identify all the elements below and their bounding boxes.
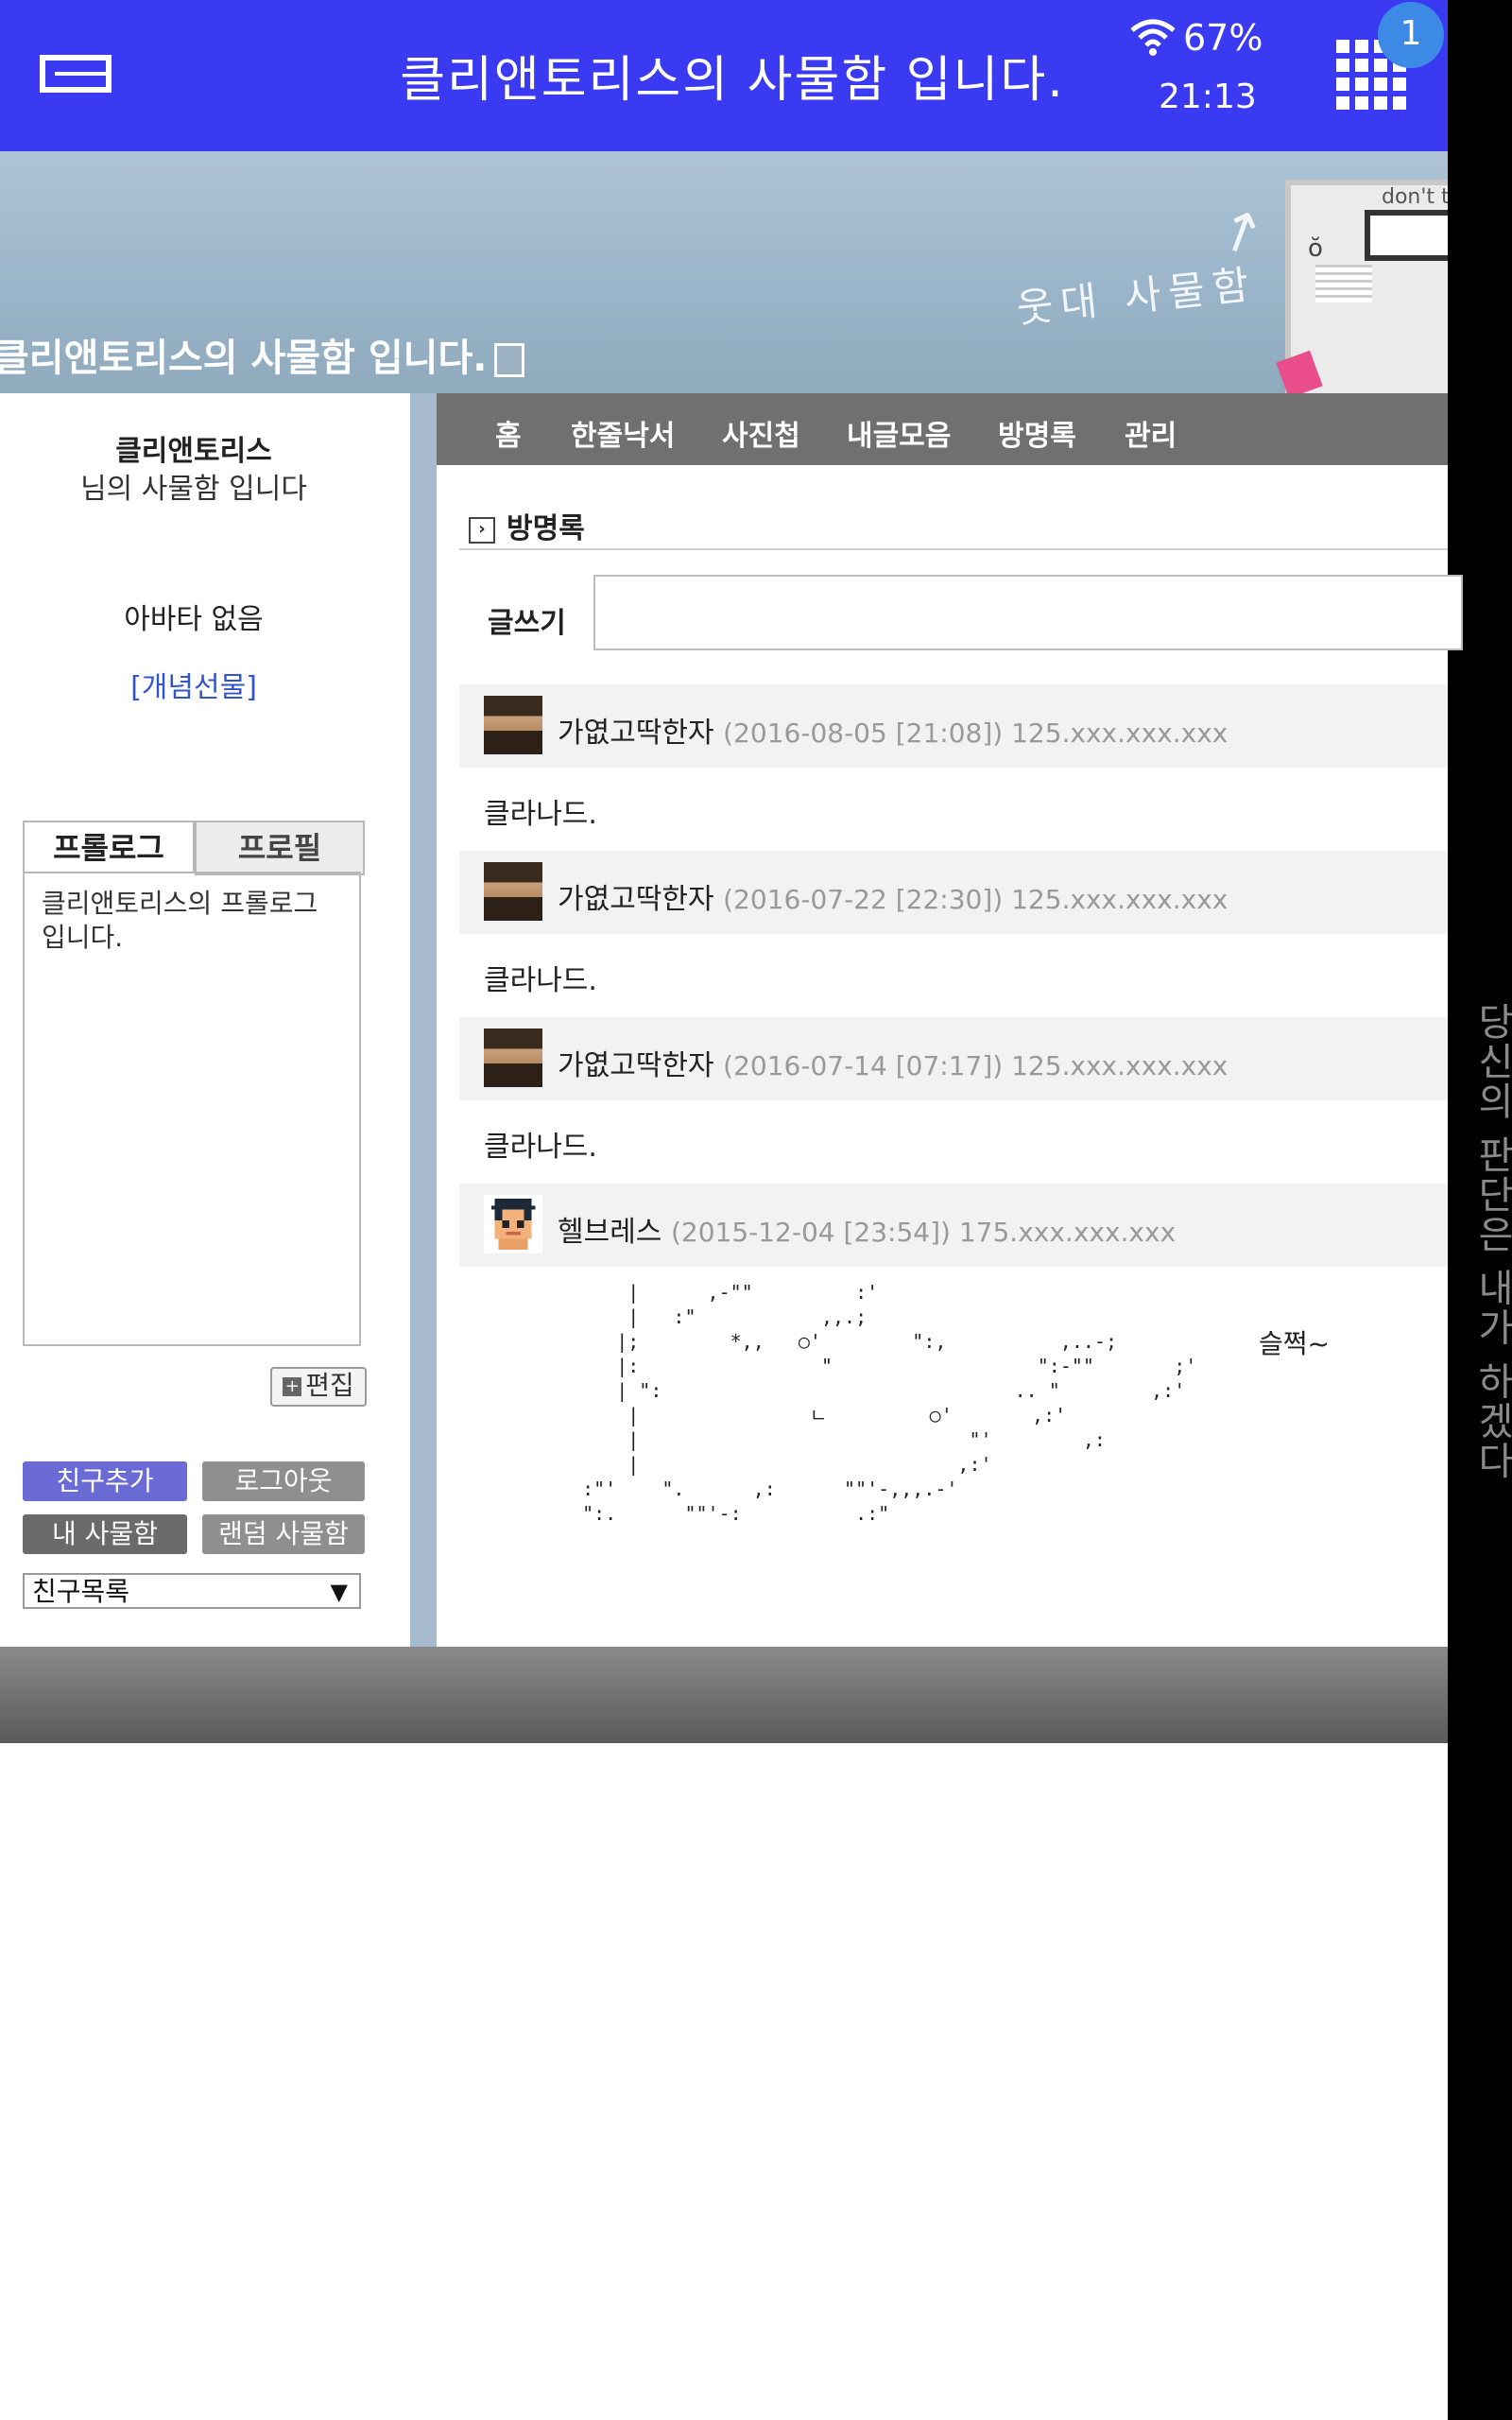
entry-author-line: 헬브레스 (2015-12-04 [23:54]) 175.xxx.xxx.xx… [558, 1208, 1176, 1250]
section-title: › 방명록 [469, 505, 585, 546]
footer-background [0, 1647, 1448, 1743]
banner-title-text: 클리앤토리스의 사물함 입니다. [0, 337, 488, 380]
guestbook-entry-header: 가엾고딱한자 (2016-08-05 [21:08]) 125.xxx.xxx.… [459, 684, 1448, 768]
section-title-text: 방명록 [507, 512, 585, 545]
clock: 21:13 [1159, 78, 1257, 116]
hamburger-menu-icon[interactable] [40, 55, 112, 98]
nav-item-guestbook[interactable]: 방명록 [998, 412, 1076, 454]
owner-subtitle: 님의 사물함 입니다 [80, 473, 307, 506]
king-avatar [484, 862, 542, 921]
tab-prologue[interactable]: 프롤로그 [23, 821, 195, 873]
smile-doodle-icon: ŏ [1308, 234, 1323, 263]
locker-paper [1315, 265, 1372, 302]
edit-button[interactable]: + 편집 [270, 1367, 367, 1407]
entry-author[interactable]: 가엾고딱한자 [558, 883, 714, 916]
random-locker-button[interactable]: 랜덤 사물함 [202, 1514, 365, 1554]
nav-item-doodle[interactable]: 한줄낙서 [571, 412, 675, 454]
nav-item-manage[interactable]: 관리 [1125, 412, 1177, 454]
wifi-icon [1130, 19, 1176, 56]
hourglass-icon [494, 343, 525, 377]
nav-item-home[interactable]: 홈 [495, 412, 522, 454]
profile-sidebar: 클리앤토리스 님의 사물함 입니다 아바타 없음 [개념선물] 프롤로그 프로필… [0, 393, 410, 1647]
banner-title: 클리앤토리스의 사물함 입니다. [0, 327, 525, 382]
owner-name: 클리앤토리스 [115, 435, 272, 468]
nav-item-photos[interactable]: 사진첩 [722, 412, 800, 454]
entry-author[interactable]: 가엾고딱한자 [558, 717, 714, 750]
add-friend-button[interactable]: 친구추가 [23, 1461, 187, 1501]
logout-button[interactable]: 로그아웃 [202, 1461, 365, 1501]
entry-meta: (2016-07-14 [07:17]) 125.xxx.xxx.xxx [723, 1050, 1228, 1081]
page-title: 클리앤토리스의 사물함 입니다. [400, 52, 1065, 109]
entry-meta: (2016-08-05 [21:08]) 125.xxx.xxx.xxx [723, 717, 1228, 749]
my-locker-button[interactable]: 내 사물함 [23, 1514, 187, 1554]
side-strip-text: 당신의 판단은 내가 하겠다 [1470, 1002, 1512, 1481]
king-avatar [484, 1028, 542, 1087]
sidebar-tabs: 프롤로그 프로필 [23, 821, 365, 875]
gift-link[interactable]: [개념선물] [0, 664, 387, 705]
notification-badge[interactable]: 1 [1378, 2, 1444, 68]
plus-icon: + [283, 1377, 302, 1396]
entry-author-line: 가엾고딱한자 (2016-07-22 [22:30]) 125.xxx.xxx.… [558, 875, 1228, 917]
guestbook-entry-header: 가엾고딱한자 (2016-07-14 [07:17]) 125.xxx.xxx.… [459, 1017, 1448, 1100]
entry-author[interactable]: 헬브레스 [558, 1216, 662, 1249]
banner-handwriting: 웃대 사물함 [1014, 260, 1259, 333]
guestbook-write-input[interactable] [593, 575, 1463, 650]
entry-body: 클라나드. [484, 1131, 597, 1164]
friend-list-label: 친구목록 [32, 1576, 130, 1607]
ascii-art: | ,-"" :' | :" ,,.; |; *,, ○' ":, ,..-; … [582, 1281, 1197, 1525]
entry-meta: (2016-07-22 [22:30]) 125.xxx.xxx.xxx [723, 884, 1228, 915]
avatar-placeholder: 아바타 없음 [124, 603, 264, 636]
battery-level: 67% [1183, 17, 1263, 59]
guestbook-entry-header: 헬브레스 (2015-12-04 [23:54]) 175.xxx.xxx.xx… [459, 1184, 1448, 1267]
edit-label: 편집 [305, 1370, 354, 1401]
entry-body: 클라나드. [484, 964, 597, 997]
entry-body: 클라나드. [484, 798, 597, 831]
nav-bar: 홈 한줄낙서 사진첩 내글모음 방명록 관리 [437, 393, 1448, 465]
chevron-right-icon: › [469, 516, 495, 544]
king-avatar [484, 696, 542, 754]
prologue-text: 클리앤토리스의 프롤로그 입니다. [23, 872, 361, 1346]
app-top-bar: 클리앤토리스의 사물함 입니다. 67% 21:13 1 [0, 0, 1448, 151]
nav-item-my-posts[interactable]: 내글모음 [847, 412, 951, 454]
main-content: 홈 한줄낙서 사진첩 내글모음 방명록 관리 › 방명록 글쓰기 가엾고딱한자 (… [437, 393, 1463, 1647]
pixel-avatar [484, 1195, 542, 1253]
entry-author-line: 가엾고딱한자 (2016-08-05 [21:08]) 125.xxx.xxx.… [558, 709, 1228, 751]
section-divider [459, 548, 1448, 550]
guestbook-entry-header: 가엾고딱한자 (2016-07-22 [22:30]) 125.xxx.xxx.… [459, 851, 1448, 934]
locker-note-text: don't t [1382, 185, 1448, 209]
write-label: 글쓰기 [488, 607, 566, 640]
tab-profile[interactable]: 프로필 [195, 821, 365, 875]
pink-tag-icon [1276, 350, 1323, 393]
locker-illustration: don't t ŏ [1276, 180, 1448, 393]
entry-meta: (2015-12-04 [23:54]) 175.xxx.xxx.xxx [670, 1217, 1177, 1248]
profile-banner: 웃대 사물함 ↗ don't t ŏ 클리앤토리스의 사물함 입니다. [0, 151, 1448, 393]
entry-body: 슬쩍~ [1259, 1328, 1330, 1359]
dropdown-arrow-icon: ▼ [330, 1579, 348, 1605]
locker-sticker [1365, 210, 1448, 261]
friend-list-select[interactable]: 친구목록 ▼ [23, 1573, 361, 1609]
entry-author[interactable]: 가엾고딱한자 [558, 1049, 714, 1082]
entry-author-line: 가엾고딱한자 (2016-07-14 [07:17]) 125.xxx.xxx.… [558, 1042, 1228, 1083]
